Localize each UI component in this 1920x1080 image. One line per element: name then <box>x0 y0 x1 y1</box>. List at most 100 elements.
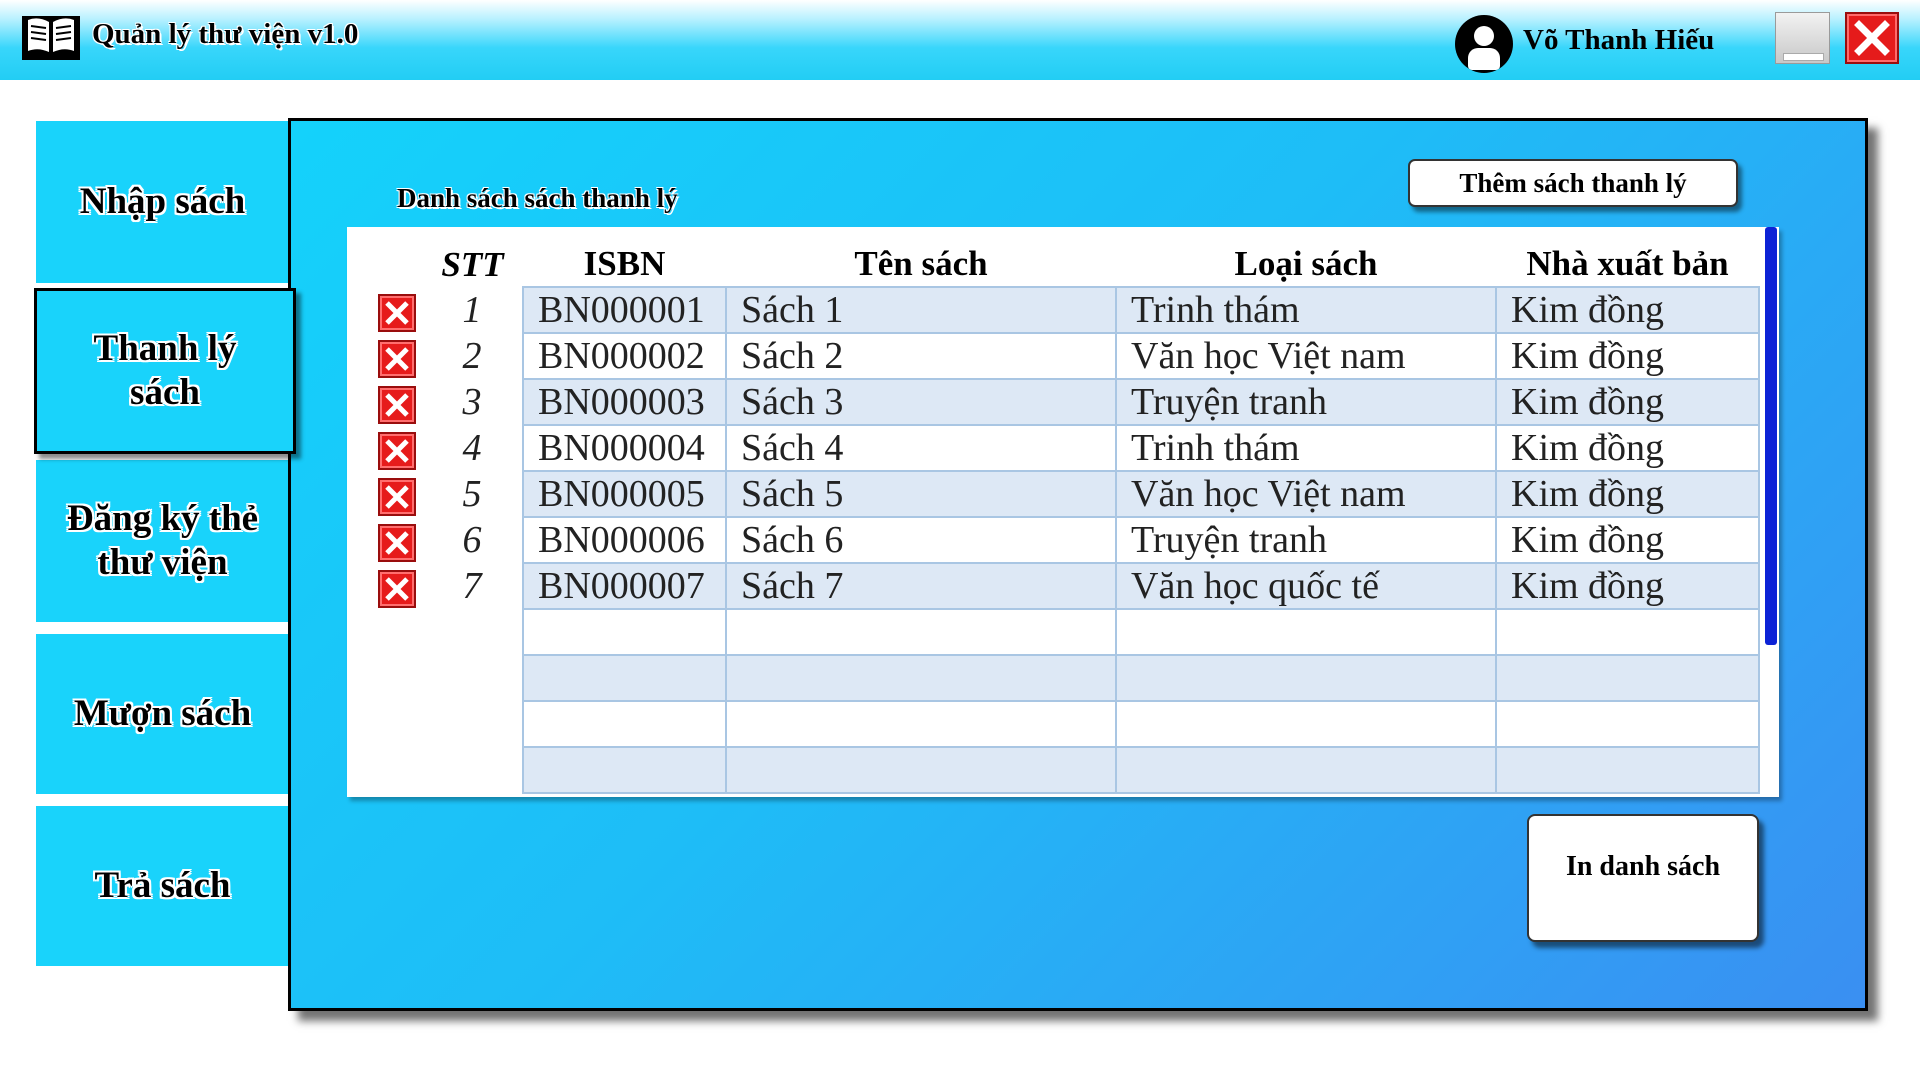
table-row[interactable]: 1 BN000001 Sách 1 Trinh thám Kim đồng <box>372 286 1760 334</box>
sidebar-item-tra-sach[interactable]: Trả sách <box>36 806 289 966</box>
column-header-stt[interactable]: STT <box>422 242 523 287</box>
cell-category[interactable]: Trinh thám <box>1115 424 1497 472</box>
delete-cell <box>372 425 422 471</box>
cell-publisher[interactable]: Kim đồng <box>1495 332 1760 380</box>
sidebar-item-label: Đăng ký thẻ thư viện <box>66 497 259 583</box>
cell-stt: 5 <box>462 473 482 515</box>
disposal-book-table[interactable]: STT ISBN Tên sách Loại sách Nhà xuất bản… <box>347 227 1779 797</box>
empty-cell[interactable] <box>1495 654 1760 702</box>
cell-category[interactable]: Văn học Việt nam <box>1115 332 1497 380</box>
empty-cell-side <box>422 747 523 793</box>
empty-table-row[interactable] <box>372 746 1760 794</box>
empty-cell-side <box>422 655 523 701</box>
empty-cell-side <box>372 747 422 793</box>
minimize-icon <box>1783 53 1824 61</box>
cell-publisher[interactable]: Kim đồng <box>1495 562 1760 610</box>
cell-isbn[interactable]: BN000001 <box>522 286 727 334</box>
table-header-row: STT ISBN Tên sách Loại sách Nhà xuất bản <box>372 242 1759 288</box>
empty-cell[interactable] <box>522 654 727 702</box>
empty-cell[interactable] <box>1115 654 1497 702</box>
user-avatar-icon[interactable] <box>1455 15 1513 73</box>
cell-publisher[interactable]: Kim đồng <box>1495 286 1760 334</box>
cell-stt: 4 <box>462 427 482 469</box>
app-title: Quản lý thư viện v1.0 <box>92 18 359 50</box>
sidebar-item-thanh-ly-sach[interactable]: Thanh lý sách <box>34 288 296 454</box>
column-header-isbn[interactable]: ISBN <box>523 242 726 288</box>
empty-cell[interactable] <box>1495 700 1760 748</box>
empty-cell[interactable] <box>1495 608 1760 656</box>
cell-title[interactable]: Sách 4 <box>725 424 1117 472</box>
cell-category[interactable]: Văn học quốc tế <box>1115 562 1497 610</box>
cell-publisher[interactable]: Kim đồng <box>1495 378 1760 426</box>
cell-stt: 6 <box>462 519 482 561</box>
table-row[interactable]: 5 BN000005 Sách 5 Văn học Việt nam Kim đồng <box>372 470 1760 518</box>
column-header-category[interactable]: Loại sách <box>1116 242 1496 288</box>
empty-cell[interactable] <box>522 746 727 794</box>
sidebar-item-label: Mượn sách <box>73 692 252 734</box>
column-header-title[interactable]: Tên sách <box>726 242 1116 288</box>
empty-cell[interactable] <box>725 700 1117 748</box>
empty-cell[interactable] <box>725 654 1117 702</box>
cell-stt: 3 <box>462 381 482 423</box>
table-row[interactable]: 3 BN000003 Sách 3 Truyện tranh Kim đồng <box>372 378 1760 426</box>
vertical-scrollbar[interactable] <box>1765 227 1777 645</box>
cell-isbn[interactable]: BN000002 <box>522 332 727 380</box>
delete-cell <box>372 333 422 379</box>
delete-row-icon[interactable] <box>378 478 416 517</box>
delete-row-icon[interactable] <box>378 570 416 609</box>
cell-title[interactable]: Sách 5 <box>725 470 1117 518</box>
empty-cell[interactable] <box>522 700 727 748</box>
table-row[interactable]: 2 BN000002 Sách 2 Văn học Việt nam Kim đồng <box>372 332 1760 380</box>
title-bar: Quản lý thư viện v1.0 Võ Thanh Hiếu <box>0 0 1920 80</box>
cell-publisher[interactable]: Kim đồng <box>1495 470 1760 518</box>
cell-isbn[interactable]: BN000007 <box>522 562 727 610</box>
cell-title[interactable]: Sách 7 <box>725 562 1117 610</box>
delete-row-icon[interactable] <box>378 524 416 563</box>
cell-publisher[interactable]: Kim đồng <box>1495 516 1760 564</box>
cell-isbn[interactable]: BN000003 <box>522 378 727 426</box>
empty-cell[interactable] <box>1115 700 1497 748</box>
cell-title[interactable]: Sách 6 <box>725 516 1117 564</box>
cell-title[interactable]: Sách 3 <box>725 378 1117 426</box>
delete-row-icon[interactable] <box>378 294 416 333</box>
empty-table-row[interactable] <box>372 700 1760 748</box>
cell-category[interactable]: Văn học Việt nam <box>1115 470 1497 518</box>
minimize-button[interactable] <box>1775 12 1830 64</box>
empty-cell[interactable] <box>1495 746 1760 794</box>
delete-row-icon[interactable] <box>378 340 416 379</box>
column-header-publisher[interactable]: Nhà xuất bản <box>1496 242 1759 288</box>
cell-title[interactable]: Sách 2 <box>725 332 1117 380</box>
cell-category[interactable]: Trinh thám <box>1115 286 1497 334</box>
cell-publisher[interactable]: Kim đồng <box>1495 424 1760 472</box>
book-icon <box>22 16 80 60</box>
close-icon <box>1854 20 1890 56</box>
add-disposal-book-button[interactable]: Thêm sách thanh lý <box>1408 159 1738 207</box>
cell-isbn[interactable]: BN000004 <box>522 424 727 472</box>
empty-table-row[interactable] <box>372 654 1760 702</box>
cell-isbn[interactable]: BN000006 <box>522 516 727 564</box>
empty-cell[interactable] <box>1115 608 1497 656</box>
empty-table-row[interactable] <box>372 608 1760 656</box>
empty-cell[interactable] <box>725 608 1117 656</box>
delete-row-icon[interactable] <box>378 432 416 471</box>
sidebar-item-dang-ky-the[interactable]: Đăng ký thẻ thư viện <box>36 460 289 622</box>
delete-row-icon[interactable] <box>378 386 416 425</box>
cell-stt: 7 <box>462 565 482 607</box>
empty-cell[interactable] <box>1115 746 1497 794</box>
delete-cell <box>372 379 422 425</box>
cell-category[interactable]: Truyện tranh <box>1115 378 1497 426</box>
sidebar-item-muon-sach[interactable]: Mượn sách <box>36 634 289 794</box>
table-row[interactable]: 6 BN000006 Sách 6 Truyện tranh Kim đồng <box>372 516 1760 564</box>
empty-cell[interactable] <box>522 608 727 656</box>
close-button[interactable] <box>1845 12 1899 64</box>
empty-cell[interactable] <box>725 746 1117 794</box>
table-row[interactable]: 7 BN000007 Sách 7 Văn học quốc tế Kim đồng <box>372 562 1760 610</box>
cell-isbn[interactable]: BN000005 <box>522 470 727 518</box>
sidebar-item-nhap-sach[interactable]: Nhập sách <box>36 121 289 283</box>
empty-cell-side <box>422 609 523 655</box>
table-row[interactable]: 4 BN000004 Sách 4 Trinh thám Kim đồng <box>372 424 1760 472</box>
print-list-button[interactable]: In danh sách <box>1527 814 1759 942</box>
cell-category[interactable]: Truyện tranh <box>1115 516 1497 564</box>
cell-title[interactable]: Sách 1 <box>725 286 1117 334</box>
cell-stt: 1 <box>462 289 482 331</box>
